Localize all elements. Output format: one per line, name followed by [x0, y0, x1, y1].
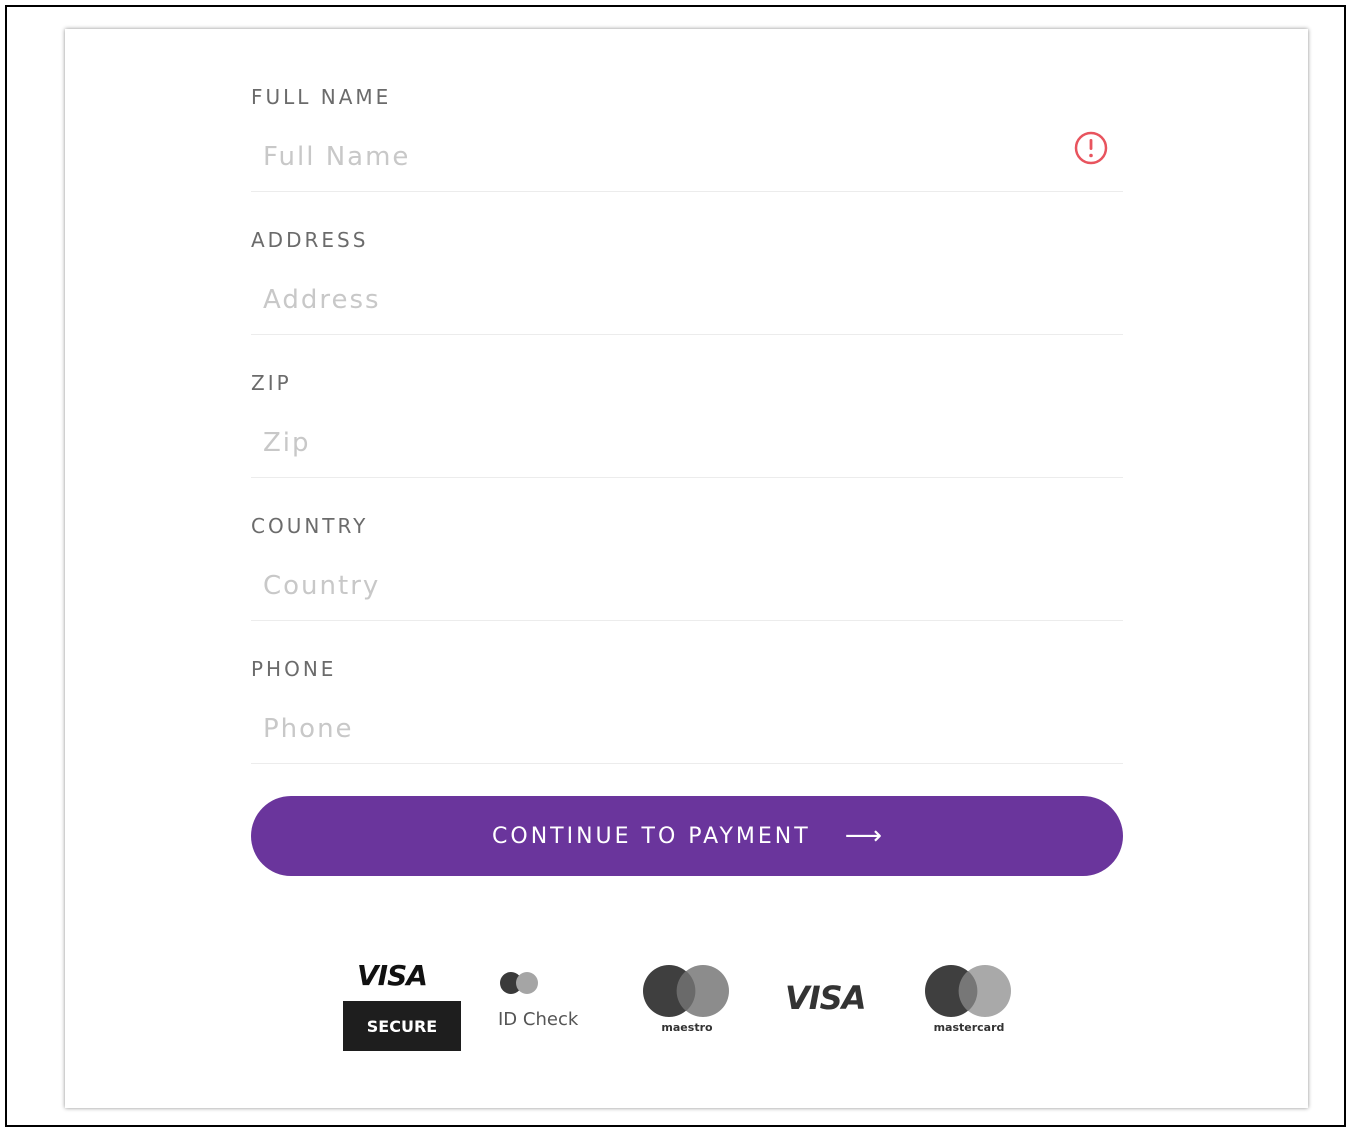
visa-secure-bottom-text: SECURE [366, 1016, 438, 1036]
phone-label: PHONE [251, 657, 337, 681]
mastercard-label: mastercard [933, 1021, 1005, 1034]
full-name-label: FULL NAME [251, 85, 392, 109]
country-label: COUNTRY [251, 514, 369, 538]
exclamation-circle-icon [1074, 131, 1108, 165]
field-full-name: FULL NAME [251, 29, 1123, 192]
arrow-right-icon: ⟶ [844, 821, 882, 851]
field-zip: ZIP [251, 335, 1123, 478]
id-check-label: ID Check [498, 1009, 579, 1030]
continue-to-payment-button[interactable]: CONTINUE TO PAYMENT ⟶ [251, 796, 1123, 876]
mastercard-logo: mastercard [921, 963, 1017, 1034]
visa-logo: VISA [785, 979, 866, 1017]
visa-secure-badge: SECURE [343, 1001, 461, 1051]
id-check-logo: ID Check [498, 969, 608, 1039]
zip-label: ZIP [251, 371, 292, 395]
zip-input[interactable] [251, 423, 1083, 463]
field-country: COUNTRY [251, 478, 1123, 621]
visa-secure-top-text: VISA [357, 959, 428, 992]
mastercard-circles-icon [925, 965, 1011, 1017]
shipping-form: FULL NAME ADDRESS ZIP COUNTRY [251, 29, 1123, 764]
address-label: ADDRESS [251, 228, 369, 252]
field-phone: PHONE [251, 621, 1123, 764]
id-check-dots-icon [500, 972, 538, 994]
maestro-circles-icon [643, 965, 729, 1017]
maestro-logo: maestro [639, 963, 735, 1034]
visa-secure-logo: VISA SECURE [343, 959, 463, 1054]
address-input[interactable] [251, 280, 1083, 320]
country-input[interactable] [251, 566, 1083, 606]
field-address: ADDRESS [251, 192, 1123, 335]
full-name-input[interactable] [251, 137, 1083, 177]
phone-input[interactable] [251, 709, 1083, 749]
checkout-card: FULL NAME ADDRESS ZIP COUNTRY [65, 29, 1308, 1108]
payment-logos: VISA SECURE ID Check maestro VISA master… [343, 959, 1033, 1054]
screenshot-frame: FULL NAME ADDRESS ZIP COUNTRY [5, 5, 1346, 1127]
maestro-label: maestro [661, 1021, 713, 1034]
continue-to-payment-label: CONTINUE TO PAYMENT [492, 823, 811, 849]
